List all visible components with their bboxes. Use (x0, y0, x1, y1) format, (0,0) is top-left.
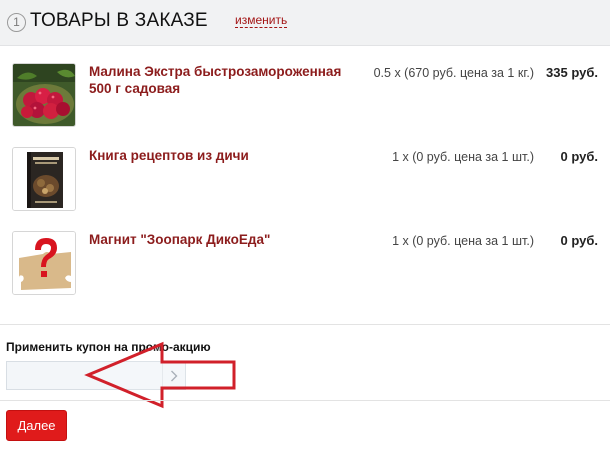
coupon-label: Применить купон на промо-акцию (6, 340, 211, 354)
section-title: ТОВАРЫ В ЗАКАЗЕ (30, 10, 208, 31)
next-button[interactable]: Далее (6, 410, 67, 441)
product-thumbnail-raspberry[interactable] (12, 63, 76, 127)
raspberry-image (13, 64, 75, 126)
coupon-input[interactable] (6, 361, 186, 390)
product-thumbnail-magnet[interactable] (12, 231, 76, 295)
product-thumbnail-recipe-book[interactable] (12, 147, 76, 211)
section-divider (0, 324, 610, 325)
product-name[interactable]: Книга рецептов из дичи (89, 147, 359, 164)
apply-coupon-button[interactable] (162, 362, 185, 389)
order-item-recipe-book: Книга рецептов из дичи 1 x (0 руб. цена … (0, 138, 610, 222)
section-header: 1 ТОВАРЫ В ЗАКАЗЕ изменить (0, 0, 610, 46)
product-name[interactable]: Магнит "Зоопарк ДикоЕда" (89, 231, 359, 248)
product-quantity: 1 x (0 руб. цена за 1 шт.) (392, 234, 534, 248)
order-item-magnet: Магнит "Зоопарк ДикоЕда" 1 x (0 руб. цен… (0, 222, 610, 306)
product-name[interactable]: Малина Экстра быстрозамороженная 500 г с… (89, 63, 359, 97)
step-number-badge: 1 (7, 13, 26, 32)
placeholder-question-icon (13, 232, 75, 294)
product-quantity: 0.5 x (670 руб. цена за 1 кг.) (373, 66, 534, 80)
chevron-right-icon (171, 370, 178, 381)
product-quantity: 1 x (0 руб. цена за 1 шт.) (392, 150, 534, 164)
product-price: 0 руб. (560, 149, 598, 164)
edit-order-link[interactable]: изменить (235, 14, 288, 28)
book-image (13, 148, 75, 210)
product-price: 0 руб. (560, 233, 598, 248)
section-divider (0, 400, 610, 401)
order-item-raspberry: Малина Экстра быстрозамороженная 500 г с… (0, 54, 610, 138)
product-price: 335 руб. (546, 65, 598, 80)
